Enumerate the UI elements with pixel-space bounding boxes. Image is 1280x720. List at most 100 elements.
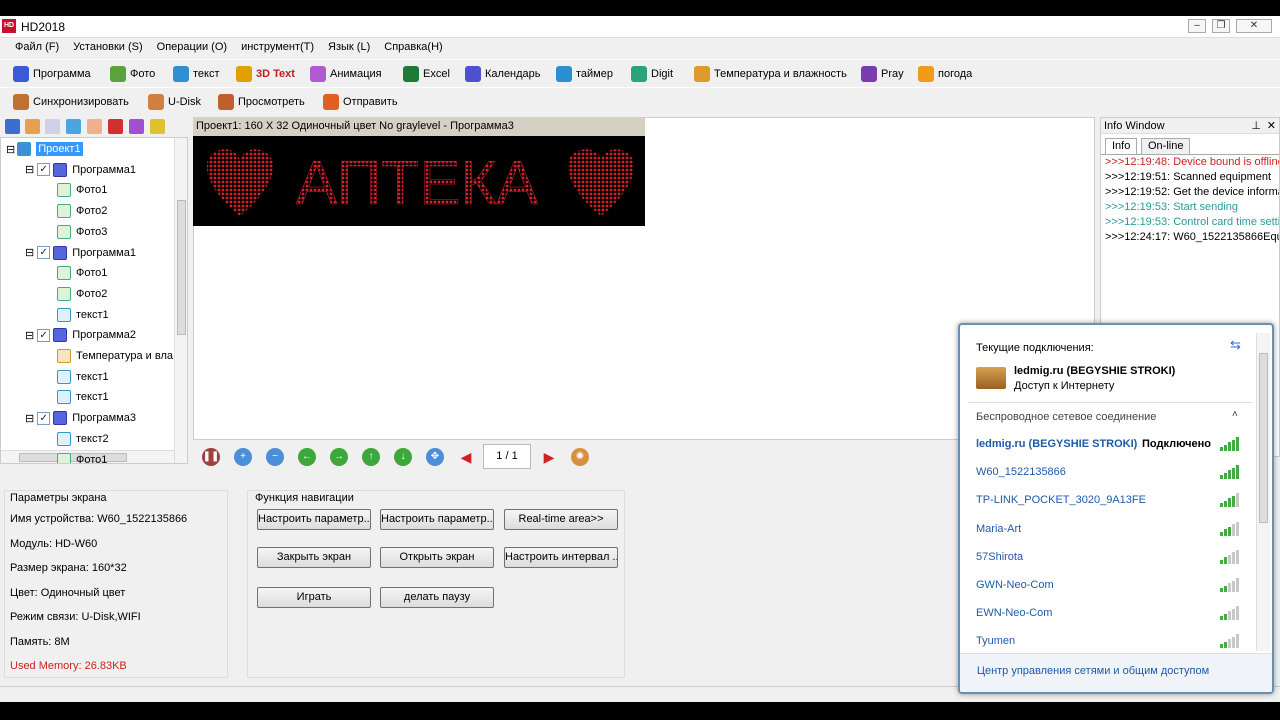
program-checkbox[interactable]: ✓: [37, 246, 51, 259]
realtime-area-button[interactable]: Real-time area>>: [504, 509, 618, 530]
toolbar1-button-2[interactable]: текст: [173, 65, 220, 83]
menu-operations[interactable]: Операции (O): [150, 38, 234, 53]
expand-icon[interactable]: ⊟: [25, 163, 34, 176]
prev-page-icon[interactable]: ◀: [457, 448, 475, 466]
toolbar1-button-1[interactable]: Фото: [110, 65, 155, 83]
tree-item[interactable]: Фото2: [57, 285, 107, 303]
toolbar1-button-8[interactable]: Digit: [631, 65, 673, 83]
toolbar1-button-10[interactable]: Pray: [861, 65, 904, 83]
pin-icon[interactable]: ⊥: [1251, 118, 1261, 134]
network-center-link[interactable]: Центр управления сетями и общим доступом: [960, 665, 1226, 677]
arrow-right-icon[interactable]: →: [330, 448, 348, 466]
copy-icon[interactable]: [25, 119, 40, 134]
expand-icon[interactable]: ⊟: [25, 412, 34, 425]
open-screen-button[interactable]: Открыть экран: [380, 547, 494, 568]
wifi-network-item[interactable]: Tyumen: [976, 635, 1015, 647]
arrow-left-icon[interactable]: ←: [298, 448, 316, 466]
tree-item[interactable]: ⊟ ✓ Программа3: [25, 409, 136, 427]
toolbar1-button-7[interactable]: таймер: [556, 65, 613, 83]
wifi-network-item[interactable]: ledmig.ru (BEGYSHIE STROKI): [976, 438, 1137, 450]
pause-button[interactable]: делать паузу: [380, 587, 494, 608]
next-page-icon[interactable]: ▶: [540, 448, 558, 466]
wifi-network-item[interactable]: 57Shirota: [976, 551, 1023, 563]
tree-item[interactable]: Температура и вла: [57, 347, 173, 365]
tree-scroll-thumb[interactable]: [177, 200, 186, 335]
tree-item[interactable]: текст1: [57, 306, 109, 324]
toolbar2-button-3[interactable]: Отправить: [323, 93, 398, 111]
tree-item-label: текст2: [76, 432, 109, 445]
arrow-down-icon[interactable]: ↓: [394, 448, 412, 466]
expand-icon[interactable]: ⊟: [25, 329, 34, 342]
wifi-scroll-thumb[interactable]: [1259, 353, 1268, 523]
tab-info[interactable]: Info: [1105, 138, 1138, 154]
configure-interval-button[interactable]: Настроить интервал ...: [504, 547, 618, 568]
menu-help[interactable]: Справка(H): [377, 38, 449, 53]
search-icon[interactable]: [150, 119, 165, 134]
menu-tools[interactable]: инструмент(T): [234, 38, 321, 53]
tree-item[interactable]: текст1: [57, 368, 109, 386]
tree-item[interactable]: ⊟ ✓ Программа2: [25, 326, 136, 344]
move-down-icon[interactable]: [87, 119, 102, 134]
wifi-network-item[interactable]: GWN-Neo-Com: [976, 579, 1054, 591]
tree-item[interactable]: ⊟ ✓ Программа1: [25, 161, 136, 179]
collapse-icon[interactable]: ˄: [1232, 409, 1238, 420]
configure-params-button-1[interactable]: Настроить параметр...: [257, 509, 371, 530]
wifi-scrollbar[interactable]: [1256, 333, 1270, 651]
toolbar1-button-9[interactable]: Температура и влажность: [694, 65, 847, 83]
pause-icon[interactable]: ❚❚: [202, 448, 220, 466]
wifi-network-item[interactable]: EWN-Neo-Com: [976, 607, 1052, 619]
menu-language[interactable]: Язык (L): [321, 38, 377, 53]
tree-item-label: Температура и вла: [76, 350, 174, 362]
toolbar1-button-4[interactable]: Анимация: [310, 65, 382, 83]
param-line: Память: 8M: [10, 635, 70, 648]
zoom-in-icon[interactable]: +: [234, 448, 252, 466]
tree-item[interactable]: ⊟ Проект1: [6, 140, 83, 158]
program-checkbox[interactable]: ✓: [37, 411, 51, 425]
arrow-up-icon[interactable]: ↑: [362, 448, 380, 466]
toolbar2-button-1[interactable]: U-Disk: [148, 93, 201, 111]
maximize-button[interactable]: ❐: [1212, 19, 1230, 33]
toolbar1-button-0[interactable]: Программа: [13, 65, 91, 83]
delete-icon[interactable]: [108, 119, 123, 134]
close-icon[interactable]: ✕: [1267, 118, 1276, 134]
info-window-title: Info Window: [1104, 120, 1165, 132]
tree-item[interactable]: текст1: [57, 388, 109, 406]
menu-settings[interactable]: Установки (S): [66, 38, 150, 53]
toolbar2-button-2[interactable]: Просмотреть: [218, 93, 305, 111]
wifi-network-item[interactable]: TP-LINK_POCKET_3020_9A13FE: [976, 494, 1146, 506]
program-checkbox[interactable]: ✓: [37, 328, 51, 342]
toolbar1-button-5[interactable]: Excel: [403, 65, 450, 83]
wifi-network-item[interactable]: Maria-Art: [976, 523, 1021, 535]
toolbar1-button-6[interactable]: Календарь: [465, 65, 541, 83]
program-checkbox[interactable]: ✓: [37, 163, 51, 177]
move-up-icon[interactable]: [66, 119, 81, 134]
tree-item[interactable]: текст2: [57, 430, 109, 448]
toolbar2-button-0[interactable]: Синхронизировать: [13, 93, 129, 111]
move-icon[interactable]: ✥: [426, 448, 444, 466]
expand-icon[interactable]: ⊟: [25, 246, 34, 259]
save-icon[interactable]: [5, 119, 20, 134]
paste-icon[interactable]: [45, 119, 60, 134]
tree-item[interactable]: Фото1: [57, 264, 107, 282]
tree-item[interactable]: Фото1: [57, 181, 107, 199]
expand-icon[interactable]: ⊟: [6, 143, 15, 156]
toolbar1-button-11[interactable]: погода: [918, 65, 972, 83]
tree-item[interactable]: Фото1: [57, 451, 107, 463]
toolbar1-button-3[interactable]: 3D Text: [236, 65, 295, 83]
wifi-network-item[interactable]: W60_1522135866: [976, 466, 1066, 478]
tree-item[interactable]: Фото2: [57, 202, 107, 220]
tree-item[interactable]: ⊟ ✓ Программа1: [25, 244, 136, 262]
settings-icon[interactable]: ✺: [571, 448, 589, 466]
play-button[interactable]: Играть: [257, 587, 371, 608]
check-icon[interactable]: [129, 119, 144, 134]
close-button[interactable]: ✕: [1236, 19, 1272, 33]
zoom-out-icon[interactable]: −: [266, 448, 284, 466]
menu-file[interactable]: Файл (F): [8, 38, 66, 53]
tree-scrollbar[interactable]: [174, 138, 187, 463]
configure-params-button-2[interactable]: Настроить параметр...: [380, 509, 494, 530]
minimize-button[interactable]: –: [1188, 19, 1206, 33]
tab-online[interactable]: On-line: [1141, 138, 1191, 154]
tree-item[interactable]: Фото3: [57, 223, 107, 241]
refresh-icon[interactable]: ⇆: [1230, 337, 1241, 353]
close-screen-button[interactable]: Закрыть экран: [257, 547, 371, 568]
